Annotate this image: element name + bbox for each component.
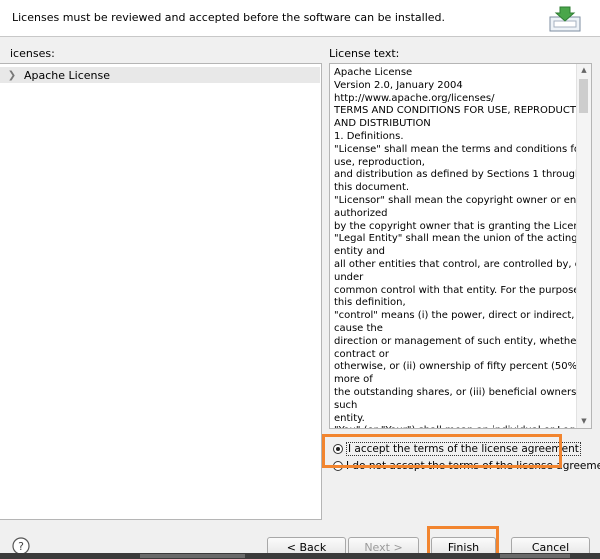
license-text-area[interactable]: Apache License Version 2.0, January 2004 h… — [329, 63, 592, 429]
svg-text:?: ? — [18, 540, 24, 553]
license-text-line: all other entities that control, are con… — [334, 258, 592, 270]
license-text-line: and distribution as defined by Sections … — [334, 169, 592, 181]
scroll-up-icon[interactable]: ▲ — [577, 64, 591, 77]
license-text-line: this definition, — [334, 297, 406, 309]
license-text-line: "License" shall mean the terms and condi… — [334, 143, 585, 155]
agreement-highlight — [322, 434, 562, 468]
license-text-line: cause the — [334, 322, 383, 334]
install-wizard-icon — [549, 6, 581, 32]
tree-item-apache-license[interactable]: ❯ Apache License — [0, 67, 320, 83]
chevron-right-icon[interactable]: ❯ — [0, 70, 24, 81]
license-text-line: more of — [334, 374, 373, 386]
license-text-line: 1. Definitions. — [334, 130, 404, 142]
license-text-line: otherwise, or (ii) ownership of fifty pe… — [334, 361, 592, 373]
taskbar-strip — [0, 553, 600, 559]
license-text-line: use, reproduction, — [334, 156, 425, 168]
licenses-label: icenses: — [10, 47, 55, 60]
license-text-line: under — [334, 271, 364, 283]
header-message: Licenses must be reviewed and accepted b… — [12, 11, 445, 24]
license-text-line: entity and — [334, 246, 386, 258]
license-text-line: contract or — [334, 348, 389, 360]
license-text-line: common control with that entity. For the… — [334, 284, 592, 296]
scrollbar-thumb[interactable] — [579, 79, 588, 113]
license-text-line: by the copyright owner that is granting … — [334, 220, 592, 232]
license-text-line: "You" (or "Your") shall mean an individu… — [334, 425, 584, 428]
scroll-down-icon[interactable]: ▼ — [577, 415, 591, 428]
license-text-line: "Licensor" shall mean the copyright owne… — [334, 194, 592, 206]
license-text-line: authorized — [334, 207, 388, 219]
license-text-line: this document. — [334, 182, 410, 194]
licenses-tree[interactable]: ❯ Apache License — [0, 63, 322, 520]
wizard-header: Licenses must be reviewed and accepted b… — [0, 0, 600, 37]
license-text-line: http://www.apache.org/licenses/ — [334, 92, 495, 104]
license-text-line: TERMS AND CONDITIONS FOR USE, REPRODUCTI… — [334, 105, 592, 117]
license-text-content: Apache License Version 2.0, January 2004 h… — [334, 67, 592, 428]
license-text-line: such — [334, 399, 358, 411]
license-text-scrollbar[interactable]: ▲ ▼ — [576, 64, 591, 428]
license-text-line: entity. — [334, 412, 365, 424]
license-text-line: Apache License — [334, 67, 413, 78]
license-text-line: direction or management of such entity, … — [334, 335, 592, 347]
license-text-line: Version 2.0, January 2004 — [334, 79, 463, 91]
license-text-line: AND DISTRIBUTION — [334, 118, 431, 130]
tree-item-label: Apache License — [24, 68, 111, 82]
license-text-line: "Legal Entity" shall mean the union of t… — [334, 233, 578, 245]
license-text-label: License text: — [329, 47, 400, 60]
license-text-line: "control" means (i) the power, direct or… — [334, 310, 588, 322]
license-text-line: the outstanding shares, or (iii) benefic… — [334, 386, 592, 398]
